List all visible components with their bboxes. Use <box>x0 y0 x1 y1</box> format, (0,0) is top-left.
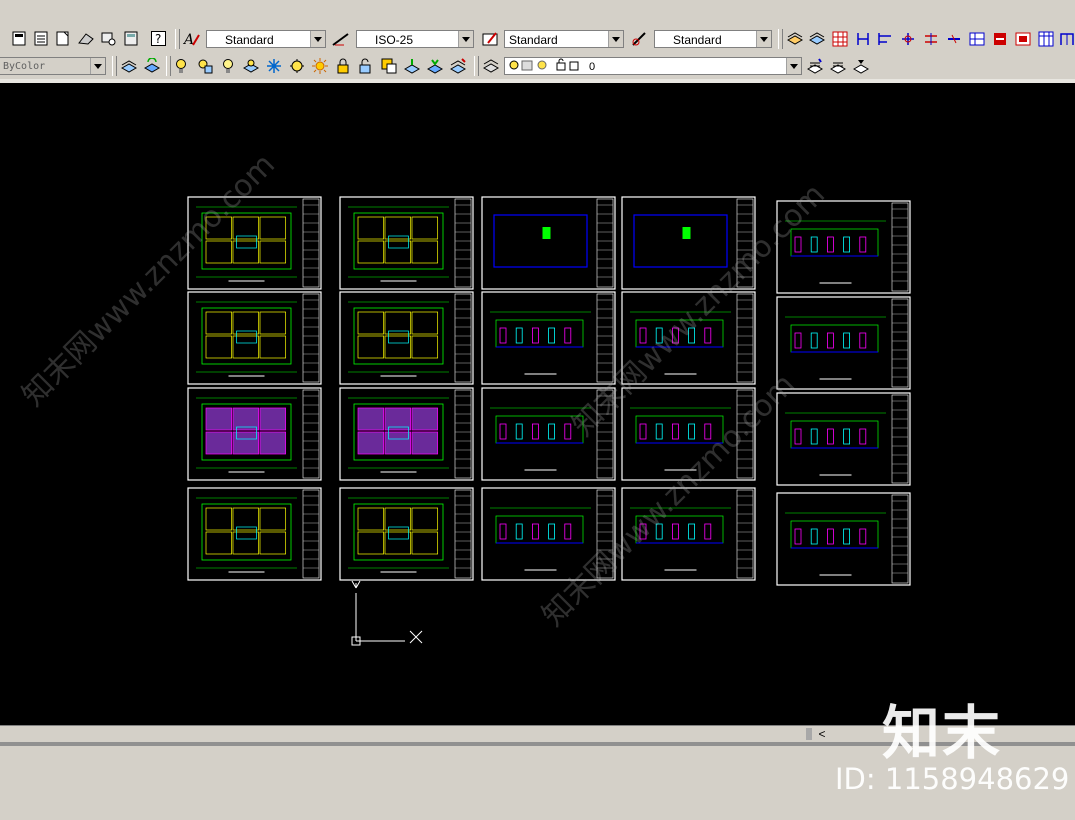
watermark-id: ID: 1158948629 <box>835 762 1070 796</box>
calculator-icon[interactable] <box>122 30 139 47</box>
multileader-style-select[interactable]: Standard <box>654 30 772 48</box>
layer-bulb-icon[interactable] <box>219 57 236 74</box>
dim-table-icon[interactable] <box>1037 30 1054 47</box>
layer-lock-icon[interactable] <box>334 57 351 74</box>
layer-previous-state-icon[interactable] <box>829 57 846 74</box>
drawing-sheet[interactable] <box>481 291 616 385</box>
ucs-icon <box>351 580 423 646</box>
dim-break-icon[interactable] <box>945 30 962 47</box>
sun-icon[interactable] <box>311 57 328 74</box>
layer-props-icon[interactable] <box>786 30 803 47</box>
layer-copy-icon[interactable] <box>426 57 443 74</box>
drawing-sheet[interactable] <box>339 196 474 290</box>
drawing-sheet[interactable] <box>339 487 474 581</box>
toolbar-icon-1[interactable] <box>10 30 27 47</box>
drawing-sheet[interactable] <box>339 387 474 481</box>
scroll-left-arrow-icon[interactable]: < <box>814 727 830 741</box>
layer-manager-icon[interactable] <box>121 57 138 74</box>
drawing-sheet[interactable] <box>187 487 322 581</box>
svg-text:?: ? <box>155 32 161 46</box>
layer-select[interactable]: 0 <box>504 57 802 75</box>
layer-isolate-icon[interactable] <box>196 57 213 74</box>
layers-toolbar: ByColor 0 <box>0 53 1075 80</box>
toolbar-icon-2[interactable] <box>32 30 49 47</box>
make-current-icon[interactable] <box>806 57 823 74</box>
tolerance-icon[interactable] <box>968 30 985 47</box>
watermark-logo: 知末 <box>882 699 1003 767</box>
center-mark-icon[interactable] <box>899 30 916 47</box>
dim-style-icon[interactable] <box>332 30 349 47</box>
dim-space-icon[interactable] <box>922 30 939 47</box>
drawing-sheet[interactable] <box>187 387 322 481</box>
multileader-style-icon[interactable] <box>631 30 648 47</box>
layer-freeze-icon[interactable] <box>242 57 259 74</box>
dim-override-icon[interactable] <box>1014 30 1031 47</box>
drawing-sheet[interactable] <box>187 291 322 385</box>
layer-match-icon[interactable] <box>380 57 397 74</box>
layer-unlock-icon[interactable] <box>357 57 374 74</box>
table-style-select[interactable]: Standard <box>504 30 624 48</box>
title-strip <box>0 0 1075 26</box>
dim-linear-icon[interactable] <box>854 30 871 47</box>
help-icon[interactable]: ? <box>150 30 167 47</box>
layer-walk-through-icon[interactable] <box>852 57 869 74</box>
color-control-select[interactable]: ByColor <box>0 57 106 75</box>
layer-properties-icon[interactable] <box>482 57 499 74</box>
layer-thaw-icon[interactable] <box>265 57 282 74</box>
text-style-icon[interactable]: A <box>183 30 200 47</box>
dim-update-icon[interactable] <box>991 30 1008 47</box>
drawing-sheet[interactable] <box>776 492 911 586</box>
dim-edit-icon[interactable] <box>1058 30 1075 47</box>
layer-state-icons <box>509 58 579 71</box>
scroll-thumb[interactable] <box>806 728 812 740</box>
drawing-sheet[interactable] <box>776 392 911 486</box>
layer-previous-icon[interactable] <box>144 57 161 74</box>
drawing-sheet[interactable] <box>339 291 474 385</box>
drawing-sheet[interactable] <box>481 196 616 290</box>
table-style-icon[interactable] <box>482 30 499 47</box>
layer-states-icon[interactable] <box>808 30 825 47</box>
layer-walk-icon[interactable] <box>288 57 305 74</box>
drawing-sheet[interactable] <box>776 296 911 390</box>
drawing-canvas[interactable]: 知末网www.znzmo.com 知末网www.znzmo.com 知末网www… <box>0 83 1075 725</box>
dim-style-select[interactable]: ISO-25 <box>356 30 474 48</box>
properties-icon[interactable] <box>54 30 71 47</box>
svg-text:A: A <box>183 32 194 47</box>
layer-change-icon[interactable] <box>403 57 420 74</box>
layer-merge-icon[interactable] <box>449 57 466 74</box>
table-grid-icon[interactable] <box>831 30 848 47</box>
model-space-drawing <box>187 196 911 646</box>
text-style-select[interactable]: Standard <box>206 30 326 48</box>
layer-on-bulb-icon[interactable] <box>172 57 189 74</box>
stamp-icon[interactable] <box>99 30 116 47</box>
styles-toolbar: ? A Standard ISO-25 Standard Standard <box>0 26 1075 54</box>
dim-baseline-icon[interactable] <box>876 30 893 47</box>
eraser-icon[interactable] <box>77 30 94 47</box>
